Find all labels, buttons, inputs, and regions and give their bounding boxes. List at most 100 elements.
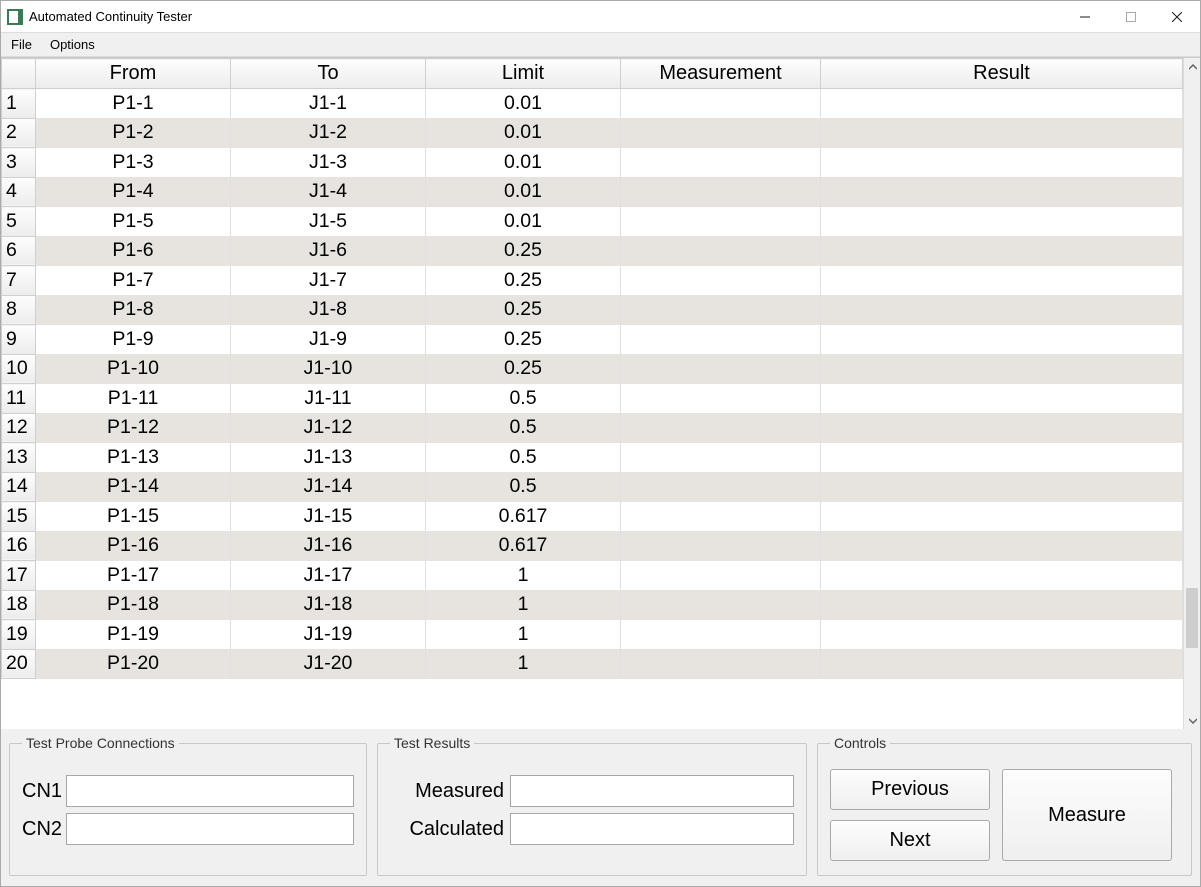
cell[interactable] (621, 266, 821, 296)
calculated-input[interactable] (510, 813, 794, 845)
row-index[interactable]: 20 (2, 649, 36, 679)
cell[interactable]: 0.01 (426, 89, 621, 119)
row-index[interactable]: 5 (2, 207, 36, 237)
table-row[interactable]: 1P1-1J1-10.01 (2, 89, 1183, 119)
cell[interactable] (621, 325, 821, 355)
measured-input[interactable] (510, 775, 794, 807)
row-index[interactable]: 10 (2, 354, 36, 384)
cell[interactable] (821, 384, 1183, 414)
cell[interactable] (621, 384, 821, 414)
table-row[interactable]: 11P1-11J1-110.5 (2, 384, 1183, 414)
table-row[interactable]: 15P1-15J1-150.617 (2, 502, 1183, 532)
cell[interactable]: J1-7 (231, 266, 426, 296)
cell[interactable]: J1-14 (231, 472, 426, 502)
cell[interactable]: J1-20 (231, 649, 426, 679)
next-button[interactable]: Next (830, 820, 990, 861)
minimize-button[interactable] (1062, 1, 1108, 33)
previous-button[interactable]: Previous (830, 769, 990, 810)
cell[interactable] (821, 266, 1183, 296)
cell[interactable]: J1-10 (231, 354, 426, 384)
cell[interactable]: J1-12 (231, 413, 426, 443)
row-index[interactable]: 17 (2, 561, 36, 591)
cell[interactable]: P1-1 (36, 89, 231, 119)
scroll-thumb[interactable] (1186, 588, 1198, 648)
scroll-down-icon[interactable] (1184, 712, 1200, 729)
row-index[interactable]: 15 (2, 502, 36, 532)
row-index[interactable]: 1 (2, 89, 36, 119)
cell[interactable] (821, 118, 1183, 148)
cell[interactable] (821, 413, 1183, 443)
cell[interactable]: P1-11 (36, 384, 231, 414)
table-row[interactable]: 2P1-2J1-20.01 (2, 118, 1183, 148)
table-row[interactable]: 12P1-12J1-120.5 (2, 413, 1183, 443)
cell[interactable]: P1-12 (36, 413, 231, 443)
row-index[interactable]: 14 (2, 472, 36, 502)
cell[interactable]: P1-20 (36, 649, 231, 679)
measure-button[interactable]: Measure (1002, 769, 1172, 861)
cell[interactable]: J1-19 (231, 620, 426, 650)
cell[interactable]: P1-4 (36, 177, 231, 207)
cell[interactable]: 0.25 (426, 325, 621, 355)
cell[interactable]: P1-2 (36, 118, 231, 148)
cell[interactable]: J1-11 (231, 384, 426, 414)
row-index[interactable]: 16 (2, 531, 36, 561)
cell[interactable]: P1-18 (36, 590, 231, 620)
cell[interactable]: P1-10 (36, 354, 231, 384)
cell[interactable]: 0.617 (426, 502, 621, 532)
menu-file[interactable]: File (5, 35, 38, 54)
cell[interactable]: 1 (426, 620, 621, 650)
table-row[interactable]: 6P1-6J1-60.25 (2, 236, 1183, 266)
header-idx[interactable] (2, 59, 36, 89)
cell[interactable]: J1-2 (231, 118, 426, 148)
cell[interactable] (621, 561, 821, 591)
cell[interactable] (821, 620, 1183, 650)
cell[interactable]: J1-8 (231, 295, 426, 325)
cell[interactable] (821, 236, 1183, 266)
cell[interactable] (621, 590, 821, 620)
cell[interactable]: P1-19 (36, 620, 231, 650)
cell[interactable]: J1-3 (231, 148, 426, 178)
table-row[interactable]: 10P1-10J1-100.25 (2, 354, 1183, 384)
cell[interactable]: 0.01 (426, 207, 621, 237)
cell[interactable]: P1-14 (36, 472, 231, 502)
cell[interactable]: J1-5 (231, 207, 426, 237)
cell[interactable] (821, 531, 1183, 561)
cell[interactable]: P1-7 (36, 266, 231, 296)
cell[interactable] (621, 443, 821, 473)
table-row[interactable]: 16P1-16J1-160.617 (2, 531, 1183, 561)
cell[interactable] (821, 502, 1183, 532)
table-row[interactable]: 14P1-14J1-140.5 (2, 472, 1183, 502)
cell[interactable]: P1-13 (36, 443, 231, 473)
cell[interactable]: J1-6 (231, 236, 426, 266)
cell[interactable]: 0.01 (426, 148, 621, 178)
cell[interactable]: 0.25 (426, 266, 621, 296)
cell[interactable]: J1-18 (231, 590, 426, 620)
cell[interactable] (621, 207, 821, 237)
header-limit[interactable]: Limit (426, 59, 621, 89)
cell[interactable]: 0.5 (426, 472, 621, 502)
cell[interactable]: J1-4 (231, 177, 426, 207)
cell[interactable]: P1-9 (36, 325, 231, 355)
cell[interactable]: 0.25 (426, 295, 621, 325)
row-index[interactable]: 8 (2, 295, 36, 325)
table-row[interactable]: 18P1-18J1-181 (2, 590, 1183, 620)
cell[interactable]: 0.5 (426, 413, 621, 443)
table-row[interactable]: 8P1-8J1-80.25 (2, 295, 1183, 325)
table-row[interactable]: 9P1-9J1-90.25 (2, 325, 1183, 355)
vertical-scrollbar[interactable] (1183, 58, 1200, 729)
cell[interactable] (821, 590, 1183, 620)
cell[interactable] (621, 531, 821, 561)
cell[interactable]: J1-15 (231, 502, 426, 532)
row-index[interactable]: 19 (2, 620, 36, 650)
cell[interactable] (621, 354, 821, 384)
cell[interactable]: P1-6 (36, 236, 231, 266)
cell[interactable] (621, 413, 821, 443)
cell[interactable] (621, 89, 821, 119)
cell[interactable]: P1-15 (36, 502, 231, 532)
scroll-up-icon[interactable] (1184, 58, 1200, 75)
cell[interactable]: P1-8 (36, 295, 231, 325)
table-row[interactable]: 20P1-20J1-201 (2, 649, 1183, 679)
cell[interactable]: J1-1 (231, 89, 426, 119)
cell[interactable] (821, 649, 1183, 679)
maximize-button[interactable] (1108, 1, 1154, 33)
